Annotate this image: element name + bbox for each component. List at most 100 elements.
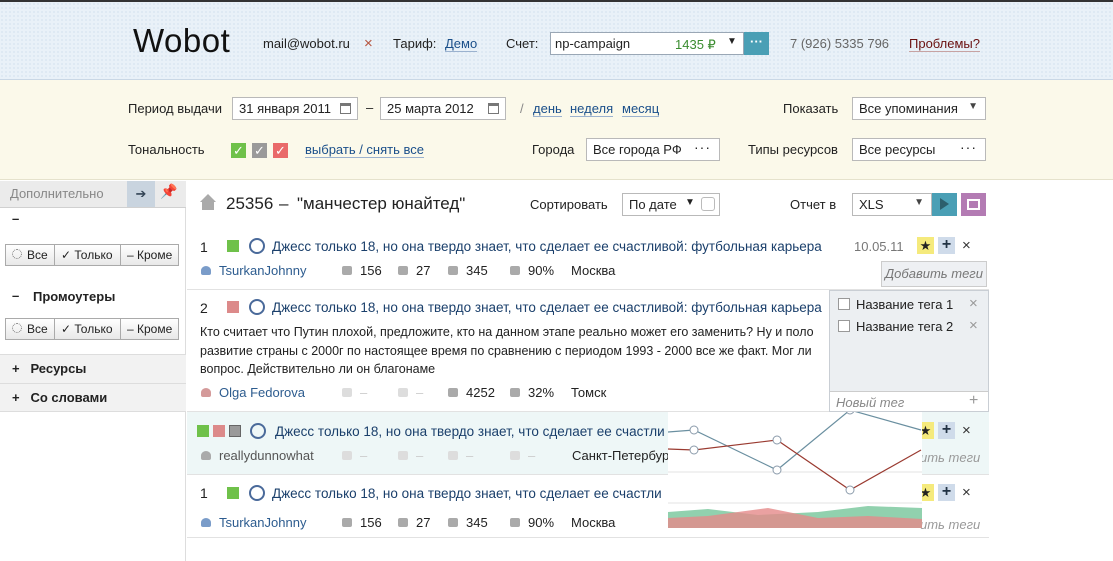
chart-point[interactable] <box>772 465 782 475</box>
period-week-link[interactable]: неделя <box>570 101 614 117</box>
print-button[interactable] <box>961 193 986 216</box>
comment-icon <box>342 451 352 460</box>
logo[interactable]: Wobot <box>133 22 230 60</box>
sort-select[interactable]: По дате ▼ <box>622 193 720 216</box>
section-collapse[interactable]: – <box>12 211 19 226</box>
user-link[interactable]: Olga Fedorova <box>201 385 305 400</box>
remove-tag-icon[interactable]: × <box>969 295 978 312</box>
period-month-link[interactable]: месяц <box>622 101 660 117</box>
plus-icon: + <box>12 390 20 405</box>
account-select[interactable]: np-campaign 1435 ₽ ▼ <box>550 32 744 55</box>
filter-only-label: Только <box>74 248 113 262</box>
more-icon: ··· <box>694 139 711 155</box>
city: Москва <box>571 263 616 278</box>
mention-row[interactable]: 1 Джесс только 18, но она твердо знает, … <box>187 229 989 290</box>
add-tags-button[interactable]: ить теги <box>920 450 980 465</box>
mention-title[interactable]: Джесс только 18, но она твердо знает, чт… <box>272 239 842 254</box>
add-tag-icon[interactable]: + <box>938 237 955 254</box>
date-from-input[interactable]: 31 января 2011 <box>232 97 358 120</box>
cities-value: Все города РФ <box>593 142 682 157</box>
account-name: np-campaign <box>555 36 631 51</box>
resources-section[interactable]: + Ресурсы <box>0 354 186 383</box>
add-tags-button[interactable]: ить теги <box>920 517 980 532</box>
city: Санкт-Петербур <box>572 448 668 463</box>
tag-checkbox[interactable] <box>838 320 850 332</box>
add-tag-icon[interactable]: + <box>938 422 955 439</box>
star-icon[interactable]: ★ <box>917 237 934 254</box>
play-icon <box>940 198 949 210</box>
calendar-icon[interactable] <box>488 103 499 114</box>
support-phone: 7 (926) 5335 796 <box>790 36 890 51</box>
add-tag-icon[interactable]: + <box>938 484 955 501</box>
cities-select[interactable]: Все города РФ ··· <box>586 138 720 161</box>
date-to-input[interactable]: 25 марта 2012 <box>380 97 506 120</box>
sidebar: Дополнительно ➔ 📌 – Все ✓ Только – Кроме… <box>0 181 186 561</box>
tag-checkbox[interactable] <box>838 298 850 310</box>
sort-value: По дате <box>629 197 677 212</box>
sidebar-header: Дополнительно ➔ 📌 <box>0 181 186 208</box>
with-words-section[interactable]: + Со словами <box>0 383 186 412</box>
resource-types-select[interactable]: Все ресурсы ··· <box>852 138 986 161</box>
promoters-only-button[interactable]: ✓ Только <box>54 318 121 340</box>
report-format-select[interactable]: XLS ▼ <box>852 193 932 216</box>
filter-only-button[interactable]: ✓ Только <box>54 244 121 266</box>
promoters-collapse[interactable]: – <box>12 288 19 303</box>
likes-value: – <box>416 448 424 463</box>
tariff-link[interactable]: Демо <box>445 36 478 52</box>
mention-title[interactable]: Джесс только 18, но она твердо знает, чт… <box>272 300 830 315</box>
close-icon[interactable]: × <box>962 422 971 439</box>
new-tag-input[interactable]: Новый тег + <box>830 391 988 411</box>
calendar-icon[interactable] <box>340 103 351 114</box>
show-select[interactable]: Все упоминания ▼ <box>852 97 986 120</box>
logout-icon[interactable]: × <box>364 35 373 52</box>
promoters-except-label: Кроме <box>137 322 173 336</box>
period-day-link[interactable]: день <box>533 101 562 117</box>
problems-link[interactable]: Проблемы? <box>909 36 980 52</box>
tone-neutral-checkbox[interactable]: ✓ <box>252 143 267 158</box>
query-dash: – <box>279 194 289 213</box>
close-icon[interactable]: × <box>962 237 971 254</box>
user-link[interactable]: TsurkanJohnny <box>201 515 306 530</box>
close-icon[interactable]: × <box>962 484 971 501</box>
user-name: reallydunnowhat <box>219 448 314 463</box>
rss-icon <box>448 388 458 397</box>
promoters-all-button[interactable]: Все <box>5 318 55 340</box>
report-label: Отчет в <box>790 197 837 212</box>
chevron-down-icon: ▼ <box>914 197 924 208</box>
tone-negative-checkbox[interactable]: ✓ <box>273 143 288 158</box>
source-icon <box>249 485 265 501</box>
select-all-link[interactable]: выбрать / снять все <box>305 142 424 158</box>
filter-all-button[interactable]: Все <box>5 244 55 266</box>
tone-marker <box>227 487 239 499</box>
likes-count: 27 <box>398 263 430 278</box>
resources-title: Ресурсы <box>30 361 87 376</box>
chart-point[interactable] <box>689 425 699 435</box>
user-link[interactable]: reallydunnowhat <box>201 448 314 463</box>
chart-point[interactable] <box>845 412 855 415</box>
sort-order-icon[interactable] <box>701 197 715 211</box>
filter-except-button[interactable]: – Кроме <box>120 244 179 266</box>
home-icon[interactable] <box>199 193 217 211</box>
add-tag-icon[interactable]: + <box>969 392 978 410</box>
remove-tag-icon[interactable]: × <box>969 317 978 334</box>
tone-positive-checkbox[interactable]: ✓ <box>231 143 246 158</box>
chart-series-line <box>668 439 922 491</box>
user-icon <box>201 266 211 275</box>
mention-title[interactable]: Джесс только 18, но она твердо знает, чт… <box>272 486 667 501</box>
promoters-except-button[interactable]: – Кроме <box>120 318 179 340</box>
tariff-label: Тариф: <box>393 36 437 51</box>
chart-point[interactable] <box>845 485 855 495</box>
account-more-button[interactable]: ··· <box>744 32 769 55</box>
tone-marker <box>227 240 239 252</box>
play-report-button[interactable] <box>932 193 957 216</box>
add-tags-button[interactable]: Добавить теги <box>881 261 987 287</box>
new-tag-placeholder: Новый тег <box>836 395 905 410</box>
minus-icon: – <box>127 322 138 336</box>
chart-point[interactable] <box>689 445 699 455</box>
user-link[interactable]: TsurkanJohnny <box>201 263 306 278</box>
chart-point[interactable] <box>772 435 782 445</box>
pin-icon[interactable]: 📌 <box>158 183 180 200</box>
arrow-right-icon[interactable]: ➔ <box>127 181 155 207</box>
user-name: TsurkanJohnny <box>219 515 307 530</box>
mention-title[interactable]: Джесс только 18, но она твердо знает, чт… <box>275 424 667 439</box>
